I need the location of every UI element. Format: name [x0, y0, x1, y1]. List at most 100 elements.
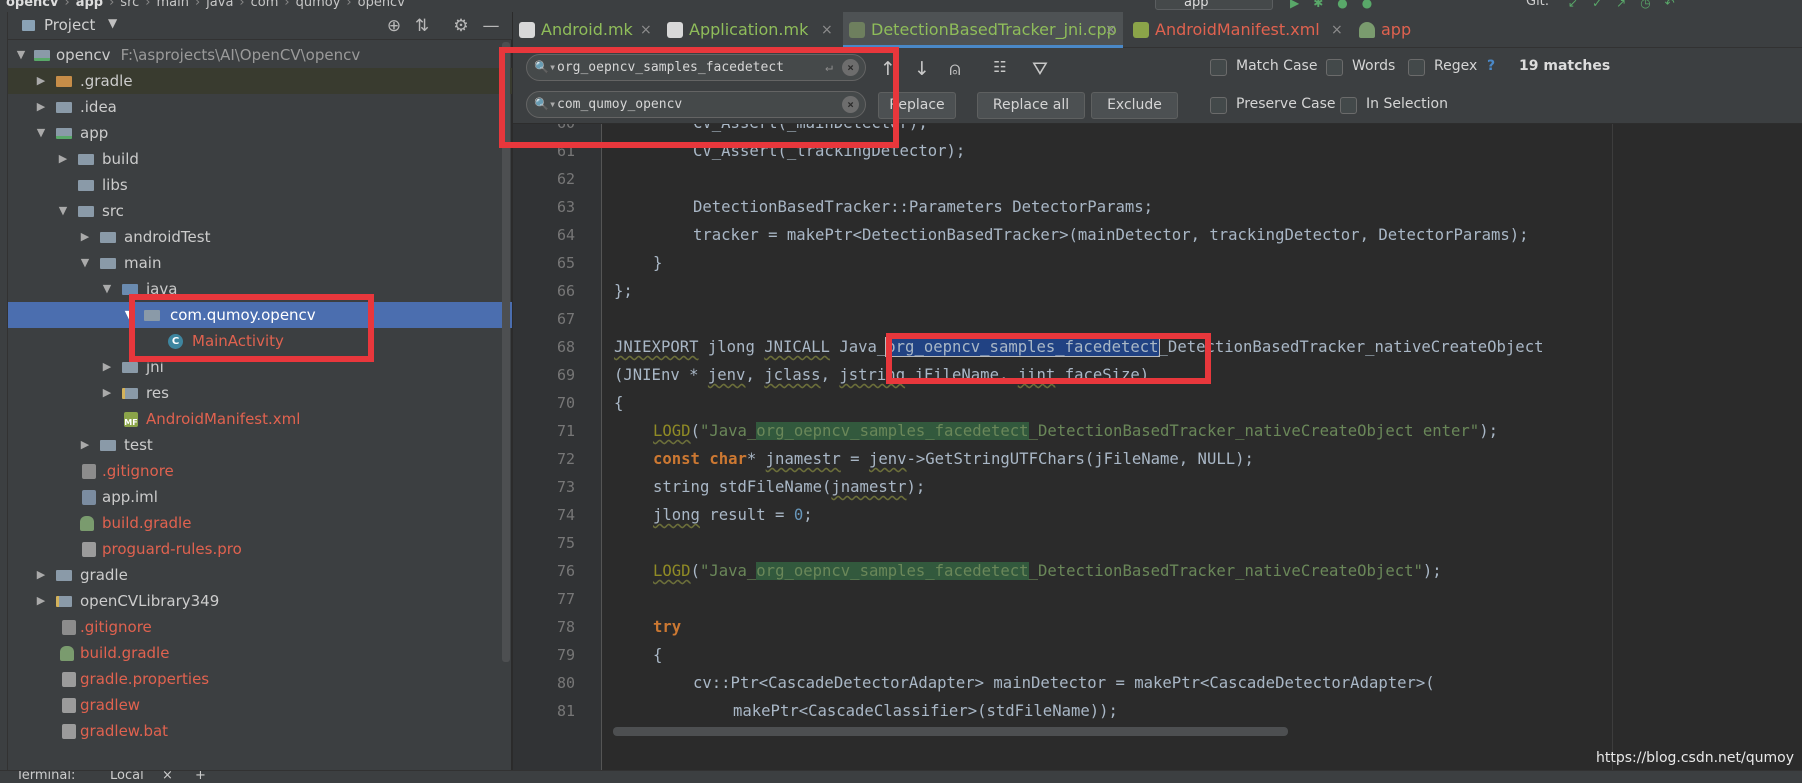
code-editor[interactable]: 60 61 62 63 64 65 66 67 68 69 70 71 72 7… — [513, 124, 1802, 770]
run-configuration-select[interactable]: app — [1155, 0, 1273, 10]
checkbox-box[interactable] — [1210, 59, 1227, 76]
tab-android-mk[interactable]: Android.mk × — [513, 12, 658, 48]
checkbox-box[interactable] — [1408, 59, 1425, 76]
checkbox-box[interactable] — [1326, 59, 1343, 76]
next-occurrence-icon[interactable]: ↓ — [911, 58, 933, 80]
close-icon[interactable]: × — [821, 12, 833, 48]
close-icon[interactable]: × — [162, 771, 173, 783]
tree-item-gradlew-bat[interactable]: gradlew.bat — [8, 718, 512, 744]
search-field[interactable]: 🔍▾ org_oepncv_samples_facedetect ↵ × — [526, 54, 866, 81]
git-update-icon[interactable]: ↙ — [1568, 0, 1578, 10]
tree-item-opencv[interactable]: ▼ opencv F:\asprojects\AI\OpenCV\opencv — [8, 42, 512, 68]
chevron-down-icon[interactable]: ▼ — [100, 276, 114, 302]
match-case-checkbox[interactable]: Match Case — [1210, 58, 1317, 76]
tree-item-build[interactable]: ▶ build — [8, 146, 512, 172]
project-tree-scrollbar[interactable] — [502, 42, 510, 662]
chevron-right-icon[interactable]: ▶ — [78, 224, 92, 250]
tree-item-java[interactable]: ▼ java — [8, 276, 512, 302]
breadcrumb-item[interactable]: app — [70, 0, 109, 10]
exclude-button[interactable]: Exclude — [1091, 92, 1178, 119]
tree-item-app-iml[interactable]: app.iml — [8, 484, 512, 510]
tree-item-res[interactable]: ▶ res — [8, 380, 512, 406]
git-push-icon[interactable]: ↗ — [1616, 0, 1626, 10]
breadcrumb-item[interactable]: qumoy — [290, 0, 347, 10]
tree-item-src[interactable]: ▼ src — [8, 198, 512, 224]
filter-icon[interactable]: ⛛ — [1029, 58, 1051, 80]
checkbox-box[interactable] — [1210, 97, 1227, 114]
tree-item-opencvlibrary349[interactable]: ▶ openCVLibrary349 — [8, 588, 512, 614]
breadcrumb-item[interactable]: opencv — [352, 0, 411, 10]
regex-help-link[interactable]: ? — [1487, 58, 1495, 74]
plus-icon[interactable]: + — [195, 771, 206, 783]
breadcrumb-item[interactable]: src — [114, 0, 145, 10]
checkbox-box[interactable] — [1340, 97, 1357, 114]
chevron-right-icon[interactable]: ▶ — [78, 432, 92, 458]
tree-item-test[interactable]: ▶ test — [8, 432, 512, 458]
replace-field[interactable]: 🔍▾ com_qumoy_opencv × — [526, 91, 866, 118]
chevron-right-icon[interactable]: ▶ — [56, 146, 70, 172]
tab-application-mk[interactable]: Application.mk × — [661, 12, 839, 48]
preserve-case-checkbox[interactable]: Preserve Case — [1210, 96, 1336, 114]
chevron-right-icon[interactable]: ▶ — [34, 562, 48, 588]
replace-button[interactable]: Replace — [878, 92, 956, 119]
chevron-down-icon[interactable]: ▼ — [122, 302, 136, 328]
tab-androidmanifest-xml[interactable]: AndroidManifest.xml × — [1127, 12, 1349, 48]
chevron-right-icon[interactable]: ▶ — [34, 94, 48, 120]
tab-detectionbasedtracker-jni-cpp[interactable]: DetectionBasedTracker_jni.cpp × — [843, 12, 1123, 48]
replace-all-button[interactable]: Replace all — [977, 92, 1085, 119]
breadcrumb-item[interactable]: main — [150, 0, 194, 10]
chevron-down-icon[interactable]: ▼ — [78, 250, 92, 276]
tree-item-package-com-qumoy-opencv[interactable]: ▼ com.qumoy.opencv — [8, 302, 512, 328]
tree-item-app-gitignore[interactable]: .gitignore — [8, 458, 512, 484]
tree-item-jni[interactable]: ▶ jni — [8, 354, 512, 380]
project-view-selector[interactable]: Project — [44, 16, 95, 34]
search-icon[interactable]: 🔍▾ — [534, 55, 556, 80]
tree-item-gradlew[interactable]: gradlew — [8, 692, 512, 718]
clear-search-icon[interactable]: × — [842, 59, 859, 76]
search-icon[interactable]: 🔍▾ — [534, 92, 556, 117]
chevron-down-icon[interactable]: ▼ — [108, 16, 117, 30]
tree-item-libs[interactable]: libs — [8, 172, 512, 198]
chevron-right-icon[interactable]: ▶ — [34, 588, 48, 614]
chevron-down-icon[interactable]: ▼ — [34, 120, 48, 146]
tree-item-gradle[interactable]: ▶ gradle — [8, 562, 512, 588]
run-icon[interactable]: ▶ — [1290, 0, 1299, 10]
chevron-right-icon[interactable]: ▶ — [100, 354, 114, 380]
newline-icon[interactable]: ↵ — [825, 55, 833, 80]
tree-item-proguard-rules[interactable]: proguard-rules.pro — [8, 536, 512, 562]
tree-item-app-build-gradle[interactable]: build.gradle — [8, 510, 512, 536]
gear-icon[interactable]: ⚙ — [450, 15, 472, 37]
git-history-icon[interactable]: ◷ — [1640, 0, 1650, 10]
attach-icon[interactable]: ● — [1362, 0, 1372, 10]
words-checkbox[interactable]: Words — [1326, 58, 1395, 76]
regex-checkbox[interactable]: Regex — [1408, 58, 1477, 76]
chevron-right-icon[interactable]: ▶ — [34, 68, 48, 94]
breadcrumb-item[interactable]: com — [245, 0, 285, 10]
debug-icon[interactable]: ✱ — [1313, 0, 1323, 10]
in-selection-checkbox[interactable]: In Selection — [1340, 96, 1448, 114]
tree-item-root-build-gradle[interactable]: build.gradle — [8, 640, 512, 666]
tree-item-mainactivity[interactable]: C MainActivity — [8, 328, 512, 354]
breadcrumb-item[interactable]: opencv — [0, 0, 65, 10]
tree-item-main[interactable]: ▼ main — [8, 250, 512, 276]
profile-icon[interactable]: ● — [1337, 0, 1347, 10]
chevron-down-icon[interactable]: ▼ — [56, 198, 70, 224]
target-icon[interactable]: ⊕ — [383, 15, 405, 37]
tree-item-gradle-properties[interactable]: gradle.properties — [8, 666, 512, 692]
minimize-icon[interactable]: — — [480, 15, 502, 37]
collapse-all-icon[interactable]: ⇅ — [411, 15, 433, 37]
horizontal-scrollbar[interactable] — [613, 727, 1288, 736]
chevron-down-icon[interactable]: ▼ — [14, 42, 28, 68]
terminal-tab[interactable]: Terminal: — [16, 771, 75, 783]
close-icon[interactable]: × — [640, 12, 652, 48]
tree-item-root-gitignore[interactable]: .gitignore — [8, 614, 512, 640]
tree-item-androidtest[interactable]: ▶ androidTest — [8, 224, 512, 250]
previous-occurrence-icon[interactable]: ↑ — [877, 58, 899, 80]
find-all-occurrences-icon[interactable]: ⍝ — [944, 58, 966, 80]
terminal-session-tab[interactable]: Local — [110, 771, 144, 783]
git-commit-icon[interactable]: ✓ — [1592, 0, 1602, 10]
breadcrumb-item[interactable]: java — [200, 0, 239, 10]
clear-replace-icon[interactable]: × — [842, 96, 859, 113]
tree-item-idea[interactable]: ▶ .idea — [8, 94, 512, 120]
select-all-occurrences-icon[interactable]: ☷ — [989, 58, 1011, 76]
